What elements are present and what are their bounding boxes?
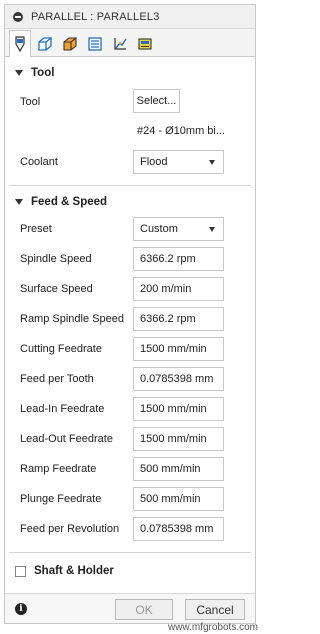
collapse-icon[interactable]: [13, 11, 23, 22]
preset-value: Custom: [140, 223, 178, 235]
coolant-dropdown[interactable]: Flood: [133, 150, 224, 174]
feed-section-title: Feed & Speed: [31, 196, 108, 208]
tool-row: Tool Select...: [5, 87, 255, 117]
ramp-feedrate-row: Ramp Feedrate 500 mm/min: [5, 454, 255, 484]
ok-button[interactable]: OK: [115, 599, 173, 620]
geometry-icon: [38, 37, 52, 51]
field-label: Surface Speed: [20, 283, 93, 295]
tool-icon: [15, 36, 25, 53]
passes-icon: [88, 37, 102, 51]
field-label: Ramp Feedrate: [20, 463, 97, 475]
shaft-holder-section-header[interactable]: Shaft & Holder: [5, 559, 255, 583]
cancel-button[interactable]: Cancel: [185, 599, 245, 620]
coolant-row: Coolant Flood: [5, 145, 255, 179]
chevron-down-icon: [209, 159, 215, 165]
cutting-feedrate-input[interactable]: 1500 mm/min: [133, 337, 224, 361]
expand-triangle-icon: [15, 70, 23, 76]
ramp-spindle-speed-input[interactable]: 6366.2 rpm: [133, 307, 224, 331]
surface-speed-input[interactable]: 200 m/min: [133, 277, 224, 301]
coolant-value: Flood: [140, 156, 168, 168]
tab-linking[interactable]: [109, 32, 131, 56]
dialog-titlebar[interactable]: PARALLEL : PARALLEL3: [5, 5, 255, 29]
info-icon[interactable]: i: [15, 603, 27, 615]
section-divider: [9, 185, 251, 186]
tool-description-row: #24 - Ø10mm bi...: [5, 117, 255, 145]
lead-out-feedrate-row: Lead-Out Feedrate 1500 mm/min: [5, 424, 255, 454]
lead-in-feedrate-input[interactable]: 1500 mm/min: [133, 397, 224, 421]
tab-heights[interactable]: [59, 32, 81, 56]
spindle-speed-row: Spindle Speed 6366.2 rpm: [5, 244, 255, 274]
setup-icon: [138, 38, 152, 50]
tab-setup[interactable]: [134, 32, 156, 56]
feed-section-header[interactable]: Feed & Speed: [5, 190, 255, 214]
preset-label: Preset: [20, 223, 52, 235]
select-tool-button[interactable]: Select...: [133, 89, 180, 113]
field-label: Ramp Spindle Speed: [20, 313, 124, 325]
preset-row: Preset Custom: [5, 214, 255, 244]
tab-bar: [5, 29, 255, 57]
shaft-holder-checkbox[interactable]: [15, 565, 26, 577]
shaft-holder-title: Shaft & Holder: [34, 565, 114, 577]
ramp-spindle-speed-row: Ramp Spindle Speed 6366.2 rpm: [5, 304, 255, 334]
section-divider: [9, 552, 251, 553]
plunge-feedrate-row: Plunge Feedrate 500 mm/min: [5, 484, 255, 514]
tab-geometry[interactable]: [34, 32, 56, 56]
dialog-footer: i OK Cancel: [5, 593, 255, 623]
linking-icon: [114, 38, 127, 50]
field-label: Lead-In Feedrate: [20, 403, 105, 415]
coolant-label: Coolant: [20, 156, 58, 168]
watermark: www.mfgrobots.com: [167, 622, 258, 633]
preset-dropdown[interactable]: Custom: [133, 217, 224, 241]
tool-label: Tool: [20, 96, 41, 108]
feed-per-tooth-row: Feed per Tooth 0.0785398 mm: [5, 364, 255, 394]
heights-icon: [63, 37, 77, 51]
plunge-feedrate-input[interactable]: 500 mm/min: [133, 487, 224, 511]
field-label: Plunge Feedrate: [20, 493, 102, 505]
field-label: Feed per Revolution: [20, 523, 120, 535]
feed-per-revolution-input[interactable]: 0.0785398 mm: [133, 517, 224, 541]
tab-tool[interactable]: [9, 30, 31, 57]
spindle-speed-input[interactable]: 6366.2 rpm: [133, 247, 224, 271]
operation-dialog: PARALLEL : PARALLEL3 Tool Tool Select...…: [4, 4, 256, 624]
expand-triangle-icon: [15, 199, 23, 205]
field-label: Lead-Out Feedrate: [20, 433, 113, 445]
feed-per-tooth-input[interactable]: 0.0785398 mm: [133, 367, 224, 391]
chevron-down-icon: [209, 226, 215, 232]
ramp-feedrate-input[interactable]: 500 mm/min: [133, 457, 224, 481]
cutting-feedrate-row: Cutting Feedrate 1500 mm/min: [5, 334, 255, 364]
tab-passes[interactable]: [84, 32, 106, 56]
dialog-title: PARALLEL : PARALLEL3: [31, 10, 160, 23]
lead-out-feedrate-input[interactable]: 1500 mm/min: [133, 427, 224, 451]
surface-speed-row: Surface Speed 200 m/min: [5, 274, 255, 304]
field-label: Spindle Speed: [20, 253, 92, 265]
field-label: Cutting Feedrate: [20, 343, 102, 355]
tool-description: #24 - Ø10mm bi...: [137, 125, 226, 137]
tool-section-title: Tool: [31, 67, 55, 79]
feed-per-revolution-row: Feed per Revolution 0.0785398 mm: [5, 514, 255, 544]
tool-section-header[interactable]: Tool: [5, 61, 255, 85]
lead-in-feedrate-row: Lead-In Feedrate 1500 mm/min: [5, 394, 255, 424]
field-label: Feed per Tooth: [20, 373, 94, 385]
